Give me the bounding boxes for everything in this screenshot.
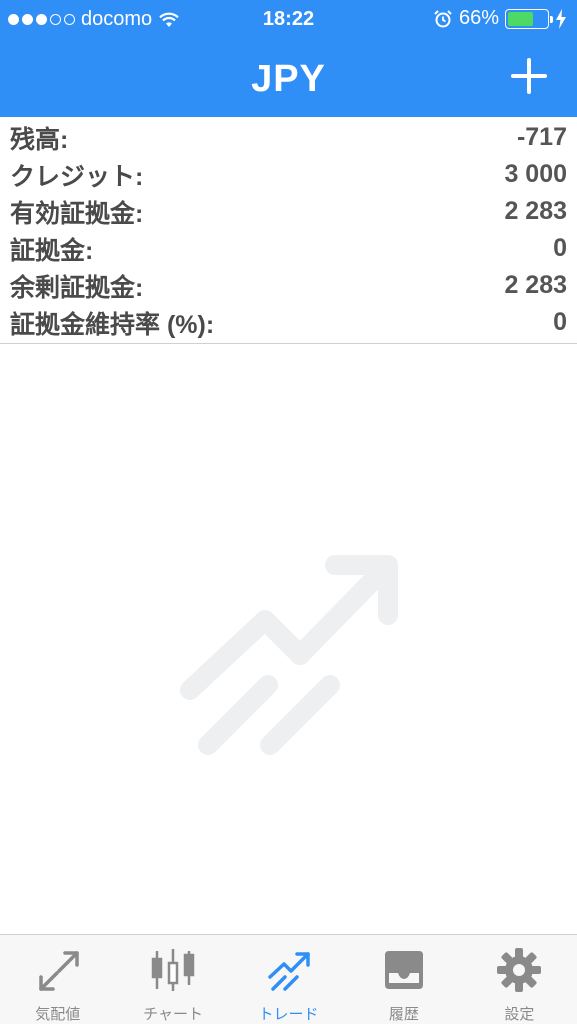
tab-bar: 気配値 チャート トレード 履歴 設定: [0, 934, 577, 1024]
row-value: 2 283: [504, 197, 567, 225]
tab-label: 履歴: [388, 1006, 419, 1023]
row-value: 2 283: [504, 271, 567, 299]
summary-row-balance: 残高: -717: [0, 119, 577, 156]
trade-trend-icon: [267, 952, 310, 991]
tab-label: 気配値: [35, 1006, 81, 1023]
row-label: 残高:: [10, 125, 69, 154]
summary-row-margin-level: 証拠金維持率 (%): 0: [0, 304, 577, 341]
summary-row-equity: 有効証拠金: 2 283: [0, 193, 577, 230]
tab-label: 設定: [504, 1006, 535, 1023]
account-summary: 残高: -717 クレジット: 3 000 有効証拠金: 2 283 証拠金: …: [0, 117, 577, 344]
row-value: 0: [553, 234, 567, 262]
summary-row-free-margin: 余剰証拠金: 2 283: [0, 267, 577, 304]
tab-label: トレード: [258, 1006, 319, 1023]
status-bar: docomo 18:22 66%: [0, 0, 577, 40]
plus-icon: [511, 58, 547, 94]
row-label: 証拠金維持率 (%):: [10, 310, 215, 339]
row-label: クレジット:: [10, 162, 144, 191]
tab-quotes[interactable]: 気配値: [0, 935, 115, 1024]
row-label: 余剰証拠金:: [10, 273, 144, 302]
status-right: 66%: [433, 7, 567, 30]
charging-bolt-icon: [556, 8, 566, 29]
tab-settings[interactable]: 設定: [462, 935, 577, 1024]
tab-label: チャート: [143, 1006, 204, 1023]
tab-history[interactable]: 履歴: [346, 935, 461, 1024]
settings-gear-icon: [497, 948, 542, 992]
quotes-arrows-icon: [38, 951, 79, 991]
history-inbox-icon: [384, 951, 423, 989]
row-label: 証拠金:: [10, 236, 94, 265]
candlestick-chart-icon: [151, 949, 195, 991]
tab-trade[interactable]: トレード: [231, 935, 346, 1024]
alarm-clock-icon: [434, 9, 452, 27]
battery-icon: [505, 8, 553, 29]
summary-row-margin: 証拠金: 0: [0, 230, 577, 267]
empty-trade-trend-icon: [180, 555, 398, 755]
navigation-bar: JPY: [0, 40, 577, 117]
page-title: JPY: [251, 58, 326, 100]
summary-row-credit: クレジット: 3 000: [0, 156, 577, 193]
row-value: -717: [516, 123, 567, 151]
battery-percent: 66%: [458, 7, 499, 29]
add-button[interactable]: [511, 58, 547, 94]
row-label: 有効証拠金:: [10, 199, 144, 228]
row-value: 0: [553, 308, 567, 336]
tab-chart[interactable]: チャート: [115, 935, 230, 1024]
row-value: 3 000: [504, 160, 567, 188]
